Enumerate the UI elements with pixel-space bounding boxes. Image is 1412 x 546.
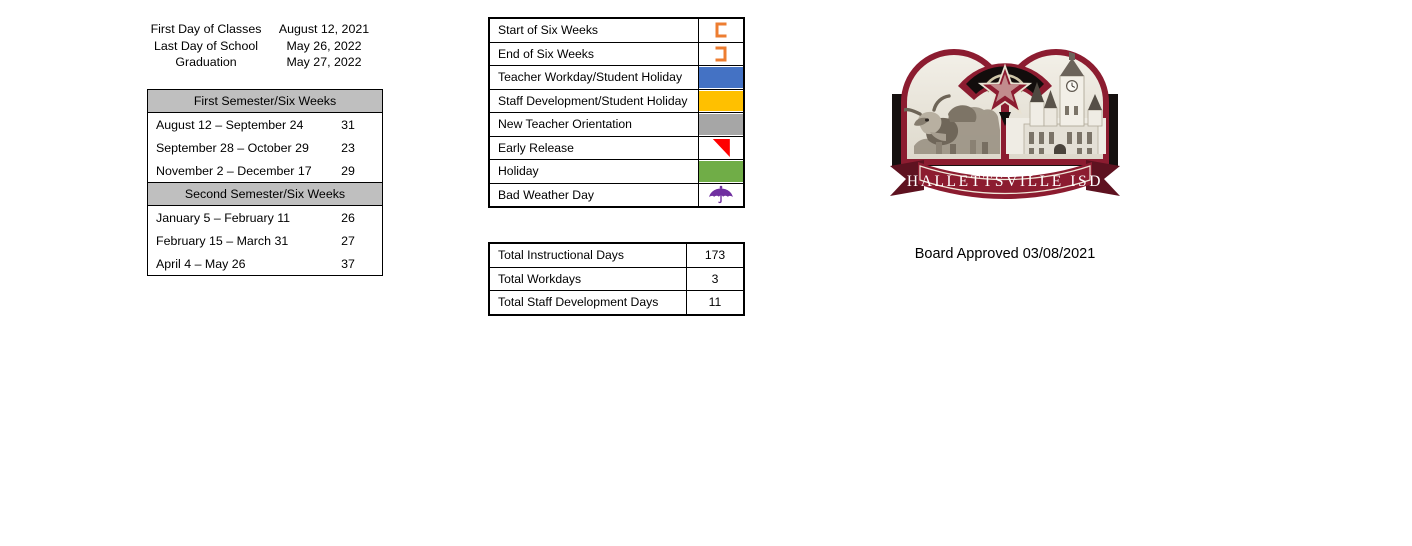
semester-range: April 4 – May 26 [156, 256, 246, 271]
swatch-box [699, 43, 743, 64]
semester-six-weeks-table: First Semester/Six Weeks August 12 – Sep… [147, 89, 383, 276]
total-value: 11 [686, 290, 744, 315]
semester-heading: First Semester/Six Weeks [148, 90, 382, 113]
semester-days: 37 [341, 256, 355, 271]
table-row: February 15 – March 31 27 [148, 229, 382, 252]
legend-row: New Teacher Orientation [489, 112, 744, 137]
legend-label: New Teacher Orientation [489, 112, 699, 137]
bracket-start-icon [715, 22, 727, 38]
triangle-icon [712, 138, 730, 157]
legend-row: Holiday [489, 159, 744, 184]
key-dates-block: First Day of Classes August 12, 2021 Las… [147, 21, 383, 71]
semester-days: 23 [341, 140, 355, 155]
semester-heading-row: Second Semester/Six Weeks [148, 182, 382, 206]
legend-swatch [698, 65, 744, 90]
legend-row: End of Six Weeks [489, 41, 744, 66]
table-row: August 12 – September 24 31 [148, 113, 382, 137]
district-logo: HALLETTSVILLE ISD [884, 14, 1126, 204]
key-date-label: Graduation [175, 55, 237, 69]
key-date-value: May 27, 2022 [286, 55, 362, 69]
table-row: First Day of Classes August 12, 2021 [147, 21, 383, 38]
legend-label: Early Release [489, 135, 699, 160]
semester-range: September 28 – October 29 [156, 140, 309, 155]
key-dates-table: First Day of Classes August 12, 2021 Las… [147, 21, 383, 71]
total-label: Total Workdays [489, 266, 687, 291]
table-row: January 5 – February 11 26 [148, 206, 382, 230]
semester-days: 26 [341, 210, 355, 225]
key-date-value: May 26, 2022 [286, 38, 362, 53]
legend-label: End of Six Weeks [489, 41, 699, 66]
calendar-legend-table: Start of Six Weeks End of Six Weeks Teac… [488, 17, 745, 208]
totals-table: Total Instructional Days 173 Total Workd… [488, 242, 745, 316]
semester-days: 27 [341, 233, 355, 248]
legend-swatch [698, 159, 744, 184]
total-value: 173 [686, 243, 744, 268]
legend-swatch [698, 88, 744, 113]
semester-range: August 12 – September 24 [156, 117, 304, 132]
legend-row: Start of Six Weeks [489, 18, 744, 43]
swatch-box [699, 20, 743, 41]
legend-row: Bad Weather Day [489, 182, 744, 207]
semester-range: November 2 – December 17 [156, 163, 312, 178]
legend-label: Teacher Workday/Student Holiday [489, 65, 699, 90]
total-label: Total Instructional Days [489, 243, 687, 268]
umbrella-icon [709, 185, 733, 203]
legend-swatch [698, 18, 744, 43]
key-date-label: First Day of Classes [150, 22, 262, 36]
legend-label: Holiday [489, 159, 699, 184]
swatch-box [699, 137, 743, 158]
hallettsville-isd-logo-icon: HALLETTSVILLE ISD [890, 49, 1120, 199]
table-row: Last Day of School May 26, 2022 [147, 38, 383, 55]
key-date-label: Last Day of School [153, 38, 258, 53]
legend-row: Teacher Workday/Student Holiday [489, 65, 744, 90]
table-row: Total Staff Development Days 11 [489, 290, 744, 315]
legend-swatch [698, 182, 744, 207]
table-row: September 28 – October 29 23 [148, 136, 382, 159]
semester-heading-row: First Semester/Six Weeks [148, 90, 382, 113]
legend-row: Staff Development/Student Holiday [489, 88, 744, 113]
legend-row: Early Release [489, 135, 744, 160]
semester-range: January 5 – February 11 [156, 210, 291, 225]
total-value: 3 [686, 266, 744, 291]
table-row: Graduation May 27, 2022 [147, 54, 383, 71]
table-row: Total Instructional Days 173 [489, 243, 744, 268]
legend-swatch [698, 112, 744, 137]
swatch-box [699, 184, 743, 205]
color-fill-swatch [699, 90, 743, 111]
semester-heading: Second Semester/Six Weeks [148, 182, 382, 206]
color-fill-swatch [699, 67, 743, 88]
table-row: Total Workdays 3 [489, 266, 744, 291]
legend-label: Staff Development/Student Holiday [489, 88, 699, 113]
semester-days: 29 [341, 163, 355, 178]
total-label: Total Staff Development Days [489, 290, 687, 315]
logo-district-name: HALLETTSVILLE ISD [907, 173, 1103, 190]
legend-label: Bad Weather Day [489, 182, 699, 207]
legend-label: Start of Six Weeks [489, 18, 699, 43]
table-row: April 4 – May 26 37 [148, 252, 382, 275]
legend-swatch [698, 41, 744, 66]
color-fill-swatch [699, 161, 743, 182]
legend-swatch [698, 135, 744, 160]
color-fill-swatch [699, 114, 743, 135]
board-approved-text: Board Approved 03/08/2021 [914, 246, 1096, 262]
semester-range: February 15 – March 31 [156, 233, 289, 248]
key-date-value: August 12, 2021 [278, 22, 370, 36]
bracket-end-icon [715, 46, 727, 62]
semester-days: 31 [341, 117, 355, 132]
table-row: November 2 – December 17 29 [148, 159, 382, 183]
